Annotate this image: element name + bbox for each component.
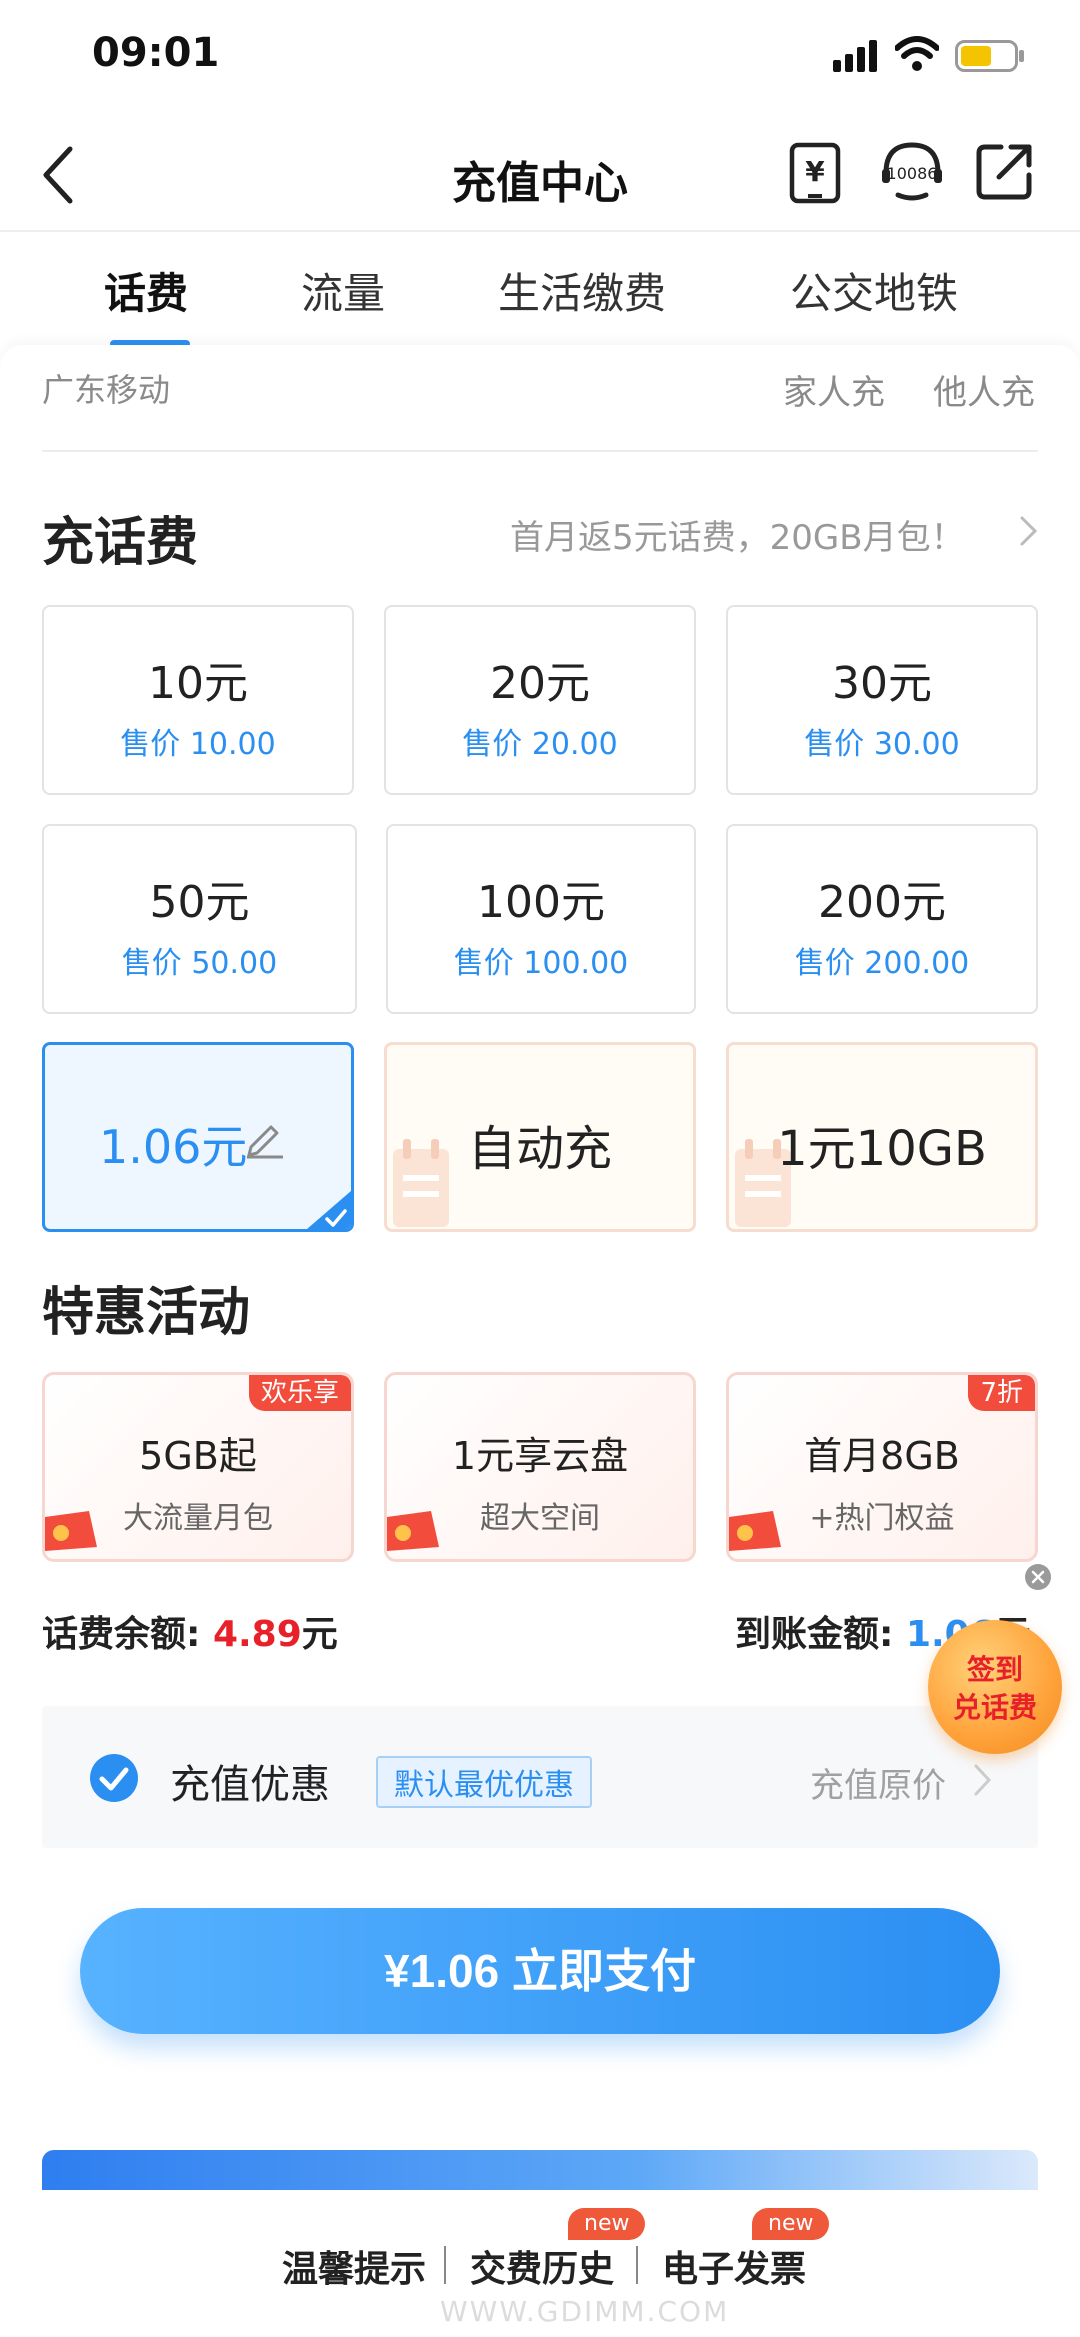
amount-price: 售价 100.00 bbox=[453, 946, 629, 981]
tab-data[interactable]: 流量 bbox=[301, 260, 385, 321]
footer-history-link[interactable]: 交费历史 bbox=[470, 2240, 614, 2292]
balance-label: 话费余额: bbox=[42, 1614, 213, 1655]
status-time: 09:01 bbox=[92, 30, 220, 76]
others-recharge-link[interactable]: 他人充 bbox=[933, 365, 1035, 414]
balance-value: 4.89 bbox=[212, 1614, 302, 1655]
status-bar: 09:01 bbox=[0, 0, 1080, 120]
auto-recharge-label: 自动充 bbox=[467, 1121, 612, 1177]
balance-unit: 元 bbox=[301, 1614, 338, 1655]
custom-amount-value: 1.06元 bbox=[99, 1120, 248, 1174]
data-deal-label: 1元10GB bbox=[777, 1121, 987, 1177]
watermark: WWW.GDIMM.COM bbox=[440, 2295, 730, 2328]
arrival-label: 到账金额: bbox=[735, 1614, 906, 1655]
amount-option-10[interactable]: 10元 售价 10.00 bbox=[42, 605, 354, 795]
tab-utilities[interactable]: 生活缴费 bbox=[498, 260, 666, 321]
amount-value: 20元 bbox=[490, 658, 590, 709]
discount-label: 充值优惠 bbox=[170, 1762, 330, 1808]
carrier-label: 广东移动 bbox=[42, 371, 171, 409]
offer-card-cloud-storage[interactable]: 1元享云盘 超大空间 bbox=[384, 1372, 696, 1562]
offer-title: 首月8GB bbox=[804, 1434, 960, 1478]
amount-option-100[interactable]: 100元 售价 100.00 bbox=[386, 824, 696, 1014]
category-tabs: 话费 流量 生活缴费 公交地铁 bbox=[0, 230, 1080, 348]
amount-value: 30元 bbox=[832, 658, 932, 709]
offer-title: 1元享云盘 bbox=[451, 1434, 629, 1478]
amount-price: 售价 10.00 bbox=[120, 727, 276, 762]
red-envelope-icon bbox=[45, 1511, 97, 1551]
topup-section-title: 充话费 bbox=[42, 513, 199, 573]
back-arrow-icon[interactable] bbox=[38, 143, 78, 207]
chevron-right-icon bbox=[974, 1764, 992, 1796]
red-envelope-icon bbox=[387, 1511, 439, 1551]
customer-service-icon[interactable]: 10086 bbox=[878, 139, 946, 205]
offer-title: 5GB起 bbox=[139, 1434, 257, 1478]
tab-phone-bill[interactable]: 话费 bbox=[104, 260, 188, 321]
pay-now-button[interactable]: ¥1.06 立即支付 bbox=[80, 1908, 1000, 2034]
new-badge: new bbox=[752, 2208, 830, 2240]
recharge-icon-glyph: ¥ bbox=[805, 155, 825, 188]
footer-tips-link[interactable]: 温馨提示 bbox=[282, 2240, 426, 2292]
discount-row[interactable]: 充值优惠 默认最优优惠 充值原价 bbox=[42, 1706, 1038, 1848]
selected-check-icon bbox=[307, 1191, 351, 1229]
auto-recharge-option[interactable]: 自动充 bbox=[384, 1042, 696, 1232]
amount-value: 100元 bbox=[477, 877, 605, 928]
checkbox-checked-icon[interactable] bbox=[88, 1752, 140, 1804]
offer-badge: 欢乐享 bbox=[248, 1375, 351, 1411]
data-deal-option[interactable]: 1元10GB bbox=[726, 1042, 1038, 1232]
red-envelope-icon bbox=[729, 1511, 781, 1551]
promo-banner[interactable] bbox=[42, 2150, 1038, 2190]
offer-card-data-pack[interactable]: 欢乐享 5GB起 大流量月包 bbox=[42, 1372, 354, 1562]
signin-line2: 兑话费 bbox=[952, 1691, 1037, 1724]
wifi-icon bbox=[895, 36, 939, 71]
share-icon[interactable] bbox=[975, 141, 1035, 201]
discount-tag[interactable]: 默认最优优惠 bbox=[376, 1756, 592, 1808]
footer-invoice-link[interactable]: 电子发票 bbox=[662, 2240, 806, 2292]
new-badge: new bbox=[568, 2208, 646, 2240]
phone-recharge-icon[interactable]: ¥ bbox=[788, 141, 842, 205]
amount-option-30[interactable]: 30元 售价 30.00 bbox=[726, 605, 1038, 795]
footer-divider bbox=[636, 2246, 638, 2284]
amount-option-50[interactable]: 50元 售价 50.00 bbox=[42, 824, 357, 1014]
offer-card-first-month[interactable]: 7折 首月8GB +热门权益 bbox=[726, 1372, 1038, 1562]
cellular-signal-icon bbox=[833, 40, 877, 72]
amount-option-200[interactable]: 200元 售价 200.00 bbox=[726, 824, 1038, 1014]
divider bbox=[42, 450, 1038, 452]
edit-pencil-icon[interactable] bbox=[243, 1117, 285, 1159]
footer-divider bbox=[444, 2246, 446, 2284]
chevron-right-icon bbox=[1020, 516, 1038, 546]
hotline-number: 10086 bbox=[887, 164, 938, 183]
custom-amount-option[interactable]: 1.06元 bbox=[42, 1042, 354, 1232]
close-icon[interactable] bbox=[1024, 1563, 1052, 1591]
signin-reward-button[interactable]: 签到 兑话费 bbox=[928, 1620, 1062, 1754]
family-recharge-link[interactable]: 家人充 bbox=[783, 365, 885, 414]
amount-price: 售价 50.00 bbox=[121, 946, 278, 981]
promo-link[interactable]: 首月返5元话费，20GB月包！ bbox=[510, 510, 965, 559]
nav-bar: 充值中心 ¥ 10086 bbox=[0, 125, 1080, 230]
offers-section-title: 特惠活动 bbox=[42, 1283, 251, 1343]
amount-option-20[interactable]: 20元 售价 20.00 bbox=[384, 605, 696, 795]
amount-value: 10元 bbox=[148, 658, 248, 709]
tab-transit[interactable]: 公交地铁 bbox=[790, 260, 958, 321]
offer-badge: 7折 bbox=[968, 1375, 1035, 1411]
amount-price: 售价 200.00 bbox=[794, 946, 970, 981]
amount-price: 售价 30.00 bbox=[804, 727, 960, 762]
amount-price: 售价 20.00 bbox=[462, 727, 618, 762]
amount-value: 200元 bbox=[818, 877, 946, 928]
signin-line1: 签到 bbox=[966, 1653, 1023, 1686]
balance-row: 话费余额: 4.89元 bbox=[42, 1605, 338, 1657]
amount-value: 50元 bbox=[149, 877, 250, 928]
original-price-link[interactable]: 充值原价 bbox=[810, 1758, 946, 1807]
battery-icon bbox=[955, 40, 1024, 72]
